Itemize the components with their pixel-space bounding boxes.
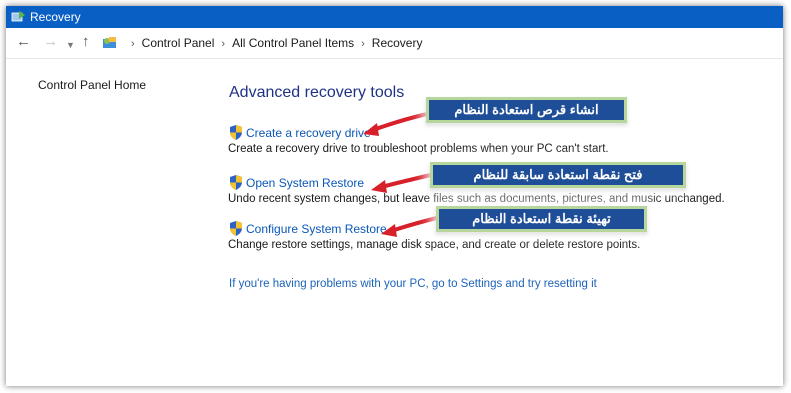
breadcrumb-separator-icon: ›	[131, 38, 135, 50]
uac-shield-icon	[230, 125, 242, 140]
open-system-restore-description: Undo recent system changes, but leave fi…	[228, 193, 725, 205]
breadcrumb-all-items[interactable]: All Control Panel Items	[232, 36, 354, 50]
uac-shield-icon	[230, 175, 242, 190]
reset-pc-link[interactable]: If you're having problems with your PC, …	[229, 278, 597, 290]
configure-system-restore-description: Change restore settings, manage disk spa…	[228, 239, 641, 251]
breadcrumb-separator-icon: ›	[361, 38, 365, 50]
control-panel-icon	[103, 37, 116, 48]
recovery-icon	[11, 11, 25, 22]
annotation-arrow-2	[371, 172, 437, 193]
control-panel-home-link[interactable]: Control Panel Home	[38, 78, 146, 92]
uac-shield-icon	[230, 221, 242, 236]
address-bar: ← → ▼ ↑ › Control Panel › All Control Panel…	[6, 28, 783, 59]
breadcrumb-control-panel[interactable]: Control Panel	[142, 36, 215, 50]
annotation-callout-2: فتح نقطة استعادة سابقة للنظام	[430, 162, 686, 188]
recovery-window: Recovery ← → ▼ ↑ › Control Panel › All Cont…	[6, 6, 783, 386]
breadcrumb: › Control Panel › All Control Panel Items › R…	[124, 36, 422, 50]
breadcrumb-recovery[interactable]: Recovery	[372, 36, 423, 50]
back-arrow-icon[interactable]: ←	[16, 34, 31, 50]
annotation-callout-1: انشاء قرص استعادة النظام	[426, 97, 627, 123]
open-system-restore-label: Open System Restore	[246, 176, 365, 190]
create-recovery-drive-label: Create a recovery drive	[246, 126, 371, 140]
chevron-down-icon[interactable]: ▼	[66, 37, 75, 53]
forward-arrow-icon[interactable]: →	[43, 34, 58, 50]
page-heading: Advanced recovery tools	[229, 84, 405, 101]
title-bar: Recovery	[6, 6, 783, 28]
annotation-arrow-1	[363, 112, 429, 136]
configure-system-restore-label: Configure System Restore	[246, 222, 387, 236]
breadcrumb-separator-icon: ›	[221, 38, 226, 50]
create-recovery-drive-description: Create a recovery drive to troubleshoot …	[228, 143, 609, 155]
up-arrow-icon[interactable]: ↑	[82, 34, 90, 50]
window-title: Recovery	[30, 10, 81, 24]
annotation-callout-3: تهيئة نقطة استعادة النظام	[436, 206, 647, 232]
